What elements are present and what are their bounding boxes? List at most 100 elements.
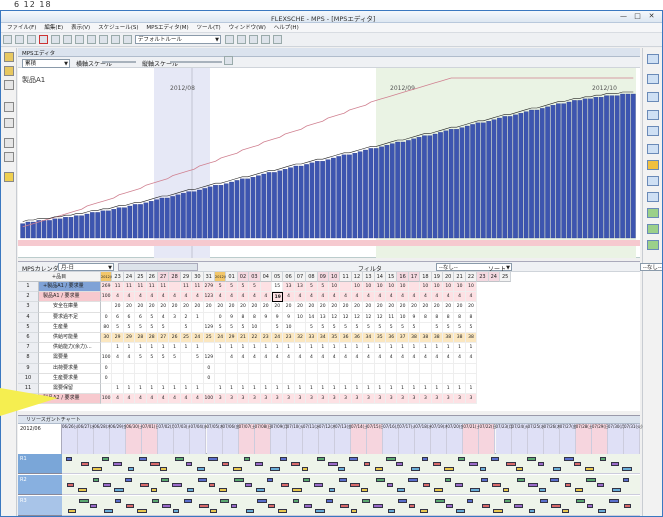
grid-cell[interactable]: 8 [454, 312, 466, 323]
grid-cell[interactable]: 3 [397, 394, 409, 405]
grid-cell[interactable]: 5 [408, 322, 421, 333]
grid-cell[interactable]: 10 [374, 282, 386, 293]
grid-cell[interactable]: 1 [260, 384, 272, 395]
grid-cell[interactable] [101, 343, 113, 354]
grid-cell[interactable]: 1 [454, 384, 466, 395]
grid-cell[interactable]: 9 [283, 312, 295, 323]
row-label[interactable]: +製品A1 / 要求量 [39, 282, 101, 293]
grid-cell[interactable]: 1 [249, 343, 261, 354]
list-icon[interactable] [272, 35, 282, 44]
gantt-task-bar[interactable] [409, 504, 416, 508]
grid-cell[interactable] [294, 363, 307, 374]
grid-cell[interactable]: 4 [431, 353, 443, 364]
sort-combo[interactable]: --なし--▼ [639, 263, 662, 271]
grid-cell[interactable]: 1 [431, 384, 443, 395]
grid-cell[interactable]: 15 [272, 282, 284, 293]
gantt-task-bar[interactable] [502, 488, 509, 492]
grid-cell[interactable]: 0 [101, 373, 113, 384]
grid-cell[interactable] [408, 363, 421, 374]
grid-cell[interactable] [283, 373, 295, 384]
grid-cell[interactable]: 20 [317, 302, 329, 313]
calendar-combo[interactable]: 月-日 ▼ [58, 263, 114, 271]
grid-cell[interactable]: 1 [351, 343, 364, 354]
grid-cell[interactable]: 10 [249, 322, 261, 333]
grid-cell[interactable]: 1 [351, 384, 364, 395]
gantt-task-bar[interactable] [469, 462, 479, 466]
gantt-task-bar[interactable] [503, 499, 511, 503]
grid-cell[interactable] [340, 363, 352, 374]
grid-cell[interactable] [329, 373, 341, 384]
gantt-task-bar[interactable] [528, 483, 539, 487]
gantt-task-bar[interactable] [292, 488, 303, 492]
gantt-task-bar[interactable] [505, 462, 516, 466]
gantt-task-bar[interactable] [281, 483, 290, 487]
menu-schedule[interactable]: スケジュール(S) [98, 23, 138, 33]
grid-cell[interactable]: 10 [443, 282, 455, 293]
grid-cell[interactable] [249, 373, 261, 384]
grid-cell[interactable]: 1 [443, 343, 455, 354]
gantt-task-bar[interactable] [432, 462, 441, 466]
row-label[interactable]: 供給可能量 [39, 333, 101, 344]
grid-cell[interactable]: 10 [294, 312, 307, 323]
grid-cell[interactable] [101, 302, 113, 313]
grid-cell[interactable]: 1 [329, 343, 341, 354]
grid-cell[interactable] [272, 363, 284, 374]
close-pane-icon[interactable] [647, 54, 659, 64]
grid-cell[interactable]: 1 [226, 384, 238, 395]
gantt-task-bar[interactable] [219, 488, 228, 492]
gantt-task-bar[interactable] [434, 499, 445, 503]
grid-cell[interactable]: 1 [237, 384, 250, 395]
menu-edit[interactable]: 編集(E) [44, 23, 63, 33]
gantt-task-bar[interactable] [327, 462, 338, 466]
grid-cell[interactable]: 5 [146, 322, 158, 333]
gantt-task-bar[interactable] [585, 467, 595, 471]
grid-cell[interactable]: 100 [101, 292, 113, 303]
gantt-task-bar[interactable] [527, 457, 537, 461]
grid-cell[interactable]: 4 [363, 353, 375, 364]
grid-cell[interactable] [169, 363, 181, 374]
grid-cell[interactable]: 4 [180, 394, 193, 405]
grid-cell[interactable]: 1 [237, 343, 250, 354]
grid-cell[interactable]: 5 [158, 353, 170, 364]
grid-cell[interactable] [454, 373, 466, 384]
grid-cell[interactable]: 3 [329, 394, 341, 405]
gantt-task-bar[interactable] [340, 504, 350, 508]
grid-cell[interactable]: 8 [237, 312, 250, 323]
grid-cell[interactable] [260, 282, 272, 293]
grid-cell[interactable]: 38 [454, 333, 466, 344]
grid-cell[interactable]: 10 [465, 282, 478, 293]
grid-cell[interactable]: 12 [374, 312, 386, 323]
grid-cell[interactable]: 20 [329, 302, 341, 313]
grid-cell[interactable]: 20 [249, 302, 261, 313]
grid-cell[interactable]: 5 [135, 353, 147, 364]
grid-cell[interactable]: 11 [192, 282, 204, 293]
grid-cell[interactable]: 3 [169, 312, 181, 323]
gantt-task-bar[interactable] [587, 504, 594, 508]
grid-cell[interactable]: 27 [158, 333, 170, 344]
grid-cell[interactable]: 20 [192, 302, 204, 313]
grid-cell[interactable]: 35 [374, 333, 386, 344]
grid-cell[interactable]: 8 [420, 312, 432, 323]
gantt-task-bar[interactable] [78, 499, 89, 503]
gantt-task-bar[interactable] [102, 457, 110, 461]
gantt-task-bar[interactable] [138, 457, 147, 461]
grid-cell[interactable]: 1 [192, 384, 204, 395]
grid-cell[interactable]: 21 [237, 333, 250, 344]
gantt-task-bar[interactable] [325, 499, 333, 503]
grid-cell[interactable]: 4 [351, 353, 364, 364]
grid-cell[interactable]: 4 [397, 292, 409, 303]
gantt-task-bar[interactable] [529, 509, 536, 513]
grid-cell[interactable]: 4 [123, 292, 136, 303]
gantt-task-bar[interactable] [208, 483, 215, 487]
grid-cell[interactable]: 20 [237, 302, 250, 313]
grid-cell[interactable]: 4 [226, 353, 238, 364]
gantt-task-bar[interactable] [293, 499, 300, 503]
grid-cell[interactable]: 1 [169, 384, 181, 395]
grid-cell[interactable]: 1 [215, 343, 227, 354]
gantt-task-bar[interactable] [278, 509, 288, 513]
gantt-resource-label[interactable]: R2 [18, 475, 62, 495]
grid-cell[interactable] [203, 384, 215, 395]
grid-cell[interactable]: 3 [386, 394, 398, 405]
grid-cell[interactable]: 32 [294, 333, 307, 344]
grid-cell[interactable] [443, 373, 455, 384]
